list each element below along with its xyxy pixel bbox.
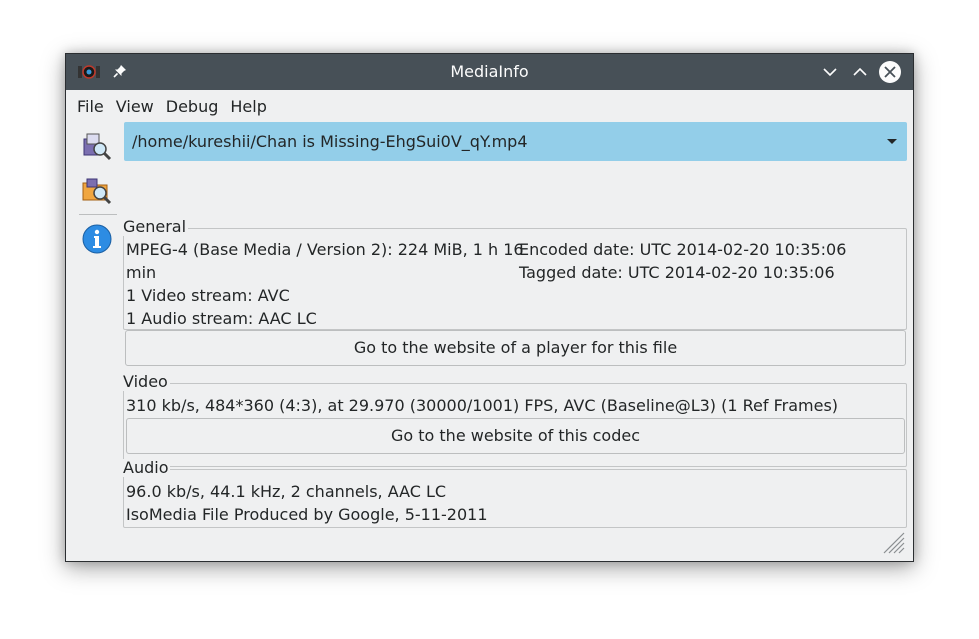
resize-grip-icon[interactable] (880, 529, 906, 555)
player-website-button[interactable]: Go to the website of a player for this f… (125, 330, 906, 366)
open-file-icon (83, 133, 112, 161)
mediainfo-window: MediaInfo File View Debug Help /home/kur… (65, 53, 914, 562)
window-title: MediaInfo (450, 62, 529, 81)
general-video-streams: 1 Video stream: AVC (126, 286, 290, 305)
menu-file[interactable]: File (71, 94, 110, 120)
general-group: General MPEG-4 (Base Media / Version 2):… (123, 218, 907, 330)
general-format-line1: MPEG-4 (Base Media / Version 2): 224 MiB… (126, 240, 524, 259)
general-tagged-date: Tagged date: UTC 2014-02-20 10:35:06 (519, 263, 835, 282)
video-title: Video (123, 372, 170, 391)
close-icon (884, 66, 896, 78)
general-title: General (123, 217, 189, 236)
file-path: /home/kureshii/Chan is Missing-EhgSui0V_… (132, 132, 528, 151)
general-audio-streams: 1 Audio stream: AAC LC (126, 309, 317, 328)
general-encoded-date: Encoded date: UTC 2014-02-20 10:35:06 (519, 240, 847, 259)
chevron-up-icon (853, 67, 867, 76)
about-button[interactable] (79, 221, 115, 257)
file-selector-combobox[interactable]: /home/kureshii/Chan is Missing-EhgSui0V_… (124, 122, 907, 161)
toolbar-separator (79, 214, 117, 215)
open-folder-icon (82, 178, 112, 205)
audio-title: Audio (123, 458, 171, 477)
maximize-button[interactable] (849, 61, 871, 83)
menu-view[interactable]: View (110, 94, 160, 120)
title-bar[interactable]: MediaInfo (66, 54, 913, 90)
info-icon (82, 224, 112, 254)
menu-debug[interactable]: Debug (160, 94, 225, 120)
minimize-button[interactable] (819, 61, 841, 83)
audio-details: 96.0 kb/s, 44.1 kHz, 2 channels, AAC LC (126, 482, 447, 501)
menu-bar: File View Debug Help (71, 94, 273, 120)
codec-website-button[interactable]: Go to the website of this codec (126, 418, 905, 454)
side-toolbar (79, 128, 119, 265)
video-group: Video 310 kb/s, 484*360 (4:3), at 29.970… (123, 373, 907, 467)
open-file-button[interactable] (79, 128, 115, 164)
open-folder-button[interactable] (79, 172, 115, 208)
menu-help[interactable]: Help (224, 94, 272, 120)
audio-writing-app: IsoMedia File Produced by Google, 5-11-2… (126, 505, 488, 524)
video-details: 310 kb/s, 484*360 (4:3), at 29.970 (3000… (126, 396, 839, 415)
audio-group: Audio 96.0 kb/s, 44.1 kHz, 2 channels, A… (123, 459, 907, 528)
client-area: File View Debug Help /home/kureshii/Chan… (71, 90, 908, 557)
dropdown-arrow-icon[interactable] (887, 139, 897, 144)
general-format-line2: min (126, 263, 157, 282)
close-button[interactable] (879, 61, 901, 83)
chevron-down-icon (823, 68, 837, 77)
